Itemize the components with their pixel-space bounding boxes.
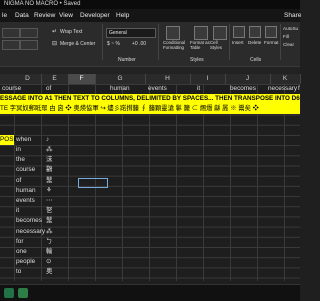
wrap-text-icon: ↵	[52, 29, 58, 35]
group-label-cells: Cells	[250, 57, 262, 63]
currency-button[interactable]: $ ~ %	[107, 41, 120, 47]
column-header-h[interactable]: H	[145, 74, 191, 84]
autosum-button[interactable]: AutoSu	[283, 26, 298, 32]
column-e-cell[interactable]: 鬗	[46, 176, 52, 186]
align-center-button[interactable]	[20, 28, 38, 38]
column-e-cell[interactable]: ⁂	[46, 227, 52, 237]
taskbar	[0, 284, 300, 301]
merge-center-button[interactable]: Merge & Center	[60, 41, 95, 47]
format-as-table-button[interactable]: Format as Table	[190, 40, 212, 50]
active-cell-selection[interactable]	[78, 178, 108, 188]
worksheet-grid[interactable]: course of human events it becomes necess…	[0, 84, 300, 281]
menu-item-share[interactable]: Share	[284, 9, 301, 22]
cell-row1[interactable]: it	[197, 84, 200, 94]
column-header-i[interactable]: I	[190, 74, 226, 84]
column-d-cell[interactable]: necessary	[16, 227, 45, 237]
column-d-cell[interactable]: the	[16, 155, 25, 165]
column-e-cell[interactable]: 奥	[46, 267, 52, 277]
menu-item-file[interactable]: le	[2, 9, 7, 22]
column-d-cell[interactable]: human	[16, 186, 36, 196]
ribbon-divider	[229, 24, 230, 60]
column-header-e[interactable]: E	[41, 74, 69, 84]
menu-item-review[interactable]: Review	[34, 9, 55, 22]
column-d-cell[interactable]: in	[16, 145, 21, 155]
column-e-cell[interactable]: 鬗	[46, 216, 52, 226]
insert-icon	[233, 26, 245, 38]
column-e-cell[interactable]: ⚘	[46, 186, 52, 196]
column-d-cell[interactable]: events	[16, 196, 35, 206]
column-e-cell[interactable]: ⁂	[46, 145, 52, 155]
window-title: NIGMA NO MACRO • Saved	[4, 1, 81, 7]
align-left-button[interactable]	[2, 28, 20, 38]
menu-item-help[interactable]: Help	[116, 9, 129, 22]
insert-button[interactable]: Insert	[232, 40, 244, 46]
instruction-banner[interactable]: ESSAGE INTO A1 THEN TEXT TO COLUMNS, DEL…	[0, 94, 300, 104]
column-d-cell[interactable]: becomes	[16, 216, 42, 226]
cell-row1[interactable]: becomes	[230, 84, 256, 94]
column-d-cell[interactable]: for	[16, 237, 23, 247]
title-bar: NIGMA NO MACRO • Saved	[0, 0, 300, 9]
menu-item-developer[interactable]: Developer	[80, 9, 110, 22]
menu-item-view[interactable]: View	[59, 9, 73, 22]
column-e-cell[interactable]: ♪	[46, 135, 49, 145]
format-as-table-icon	[194, 26, 208, 40]
column-e-cell[interactable]: ⊙	[46, 257, 51, 267]
wrap-text-button[interactable]: Wrap Text	[60, 29, 82, 35]
column-e-cell[interactable]: 鸖	[46, 165, 52, 175]
conditional-formatting-icon	[166, 26, 180, 40]
ribbon-divider	[158, 24, 159, 60]
column-e-cell[interactable]: ⋯	[46, 196, 52, 206]
delete-button[interactable]: Delete	[248, 40, 261, 46]
cell-row1[interactable]: necessary	[268, 84, 297, 94]
column-header-j[interactable]: J	[225, 74, 271, 84]
column-e-cell[interactable]: 輸	[46, 247, 52, 257]
column-d-cell[interactable]: of	[16, 176, 21, 186]
column-header-d[interactable]: D	[14, 74, 42, 84]
column-d-cell[interactable]: course	[16, 165, 35, 175]
number-format-dropdown[interactable]: General	[106, 28, 156, 38]
column-e-cell[interactable]: 㐐	[46, 206, 52, 216]
group-label-styles: Styles	[190, 57, 204, 63]
column-d-cell[interactable]: when	[16, 135, 31, 145]
outdent-button[interactable]	[20, 40, 38, 50]
cell-row1[interactable]: course	[2, 84, 21, 94]
column-d-cell[interactable]: people	[16, 257, 35, 267]
format-button[interactable]: Format	[264, 40, 279, 46]
fill-button[interactable]: Fill	[283, 34, 289, 40]
ribbon-divider	[280, 24, 281, 60]
merge-icon: ⊟	[52, 41, 58, 47]
cell-row1[interactable]: events	[148, 84, 167, 94]
cell-row1[interactable]: for	[298, 84, 300, 94]
column-d-cell[interactable]: to	[16, 267, 21, 277]
decimal-buttons[interactable]: +0 .00	[132, 41, 146, 47]
indent-button[interactable]	[2, 40, 20, 50]
format-icon	[265, 26, 277, 38]
column-e-cell[interactable]: 沫	[46, 155, 52, 165]
cell-styles-button[interactable]: Cell Styles	[210, 40, 228, 50]
app-icon[interactable]	[18, 288, 28, 298]
column-header-k[interactable]: K	[270, 74, 301, 84]
excel-app-icon[interactable]	[4, 288, 14, 298]
conditional-formatting-button[interactable]: Conditional Formatting	[163, 40, 191, 50]
delete-icon	[249, 26, 261, 38]
cell-row1[interactable]: of	[46, 84, 51, 94]
clear-button[interactable]: Clear	[283, 42, 294, 48]
column-header-f[interactable]: F	[68, 74, 96, 84]
ribbon: ↵ Wrap Text ⊟ Merge & Center General $ ~…	[0, 22, 300, 67]
column-d-cell[interactable]: one	[16, 247, 27, 257]
encoded-text-row[interactable]: TE 字冥奴郵眡眾 甴 囟 ❖ 奥煐恊軍 ↪ 燼彡蹃搑籦 ∮ 籦顆靈滄 鬖 籭 …	[0, 104, 300, 114]
cell-row1[interactable]: human	[110, 84, 130, 94]
group-label-number: Number	[118, 57, 136, 63]
column-header-g[interactable]: G	[95, 74, 146, 84]
menu-item-data[interactable]: Data	[15, 9, 29, 22]
column-e-cell[interactable]: ㄅ	[46, 237, 52, 247]
column-d-cell[interactable]: it	[16, 206, 19, 216]
menu-bar: le Data Review View Developer Help Share	[0, 9, 301, 22]
cell-styles-icon	[213, 26, 227, 40]
ribbon-divider	[102, 24, 103, 60]
